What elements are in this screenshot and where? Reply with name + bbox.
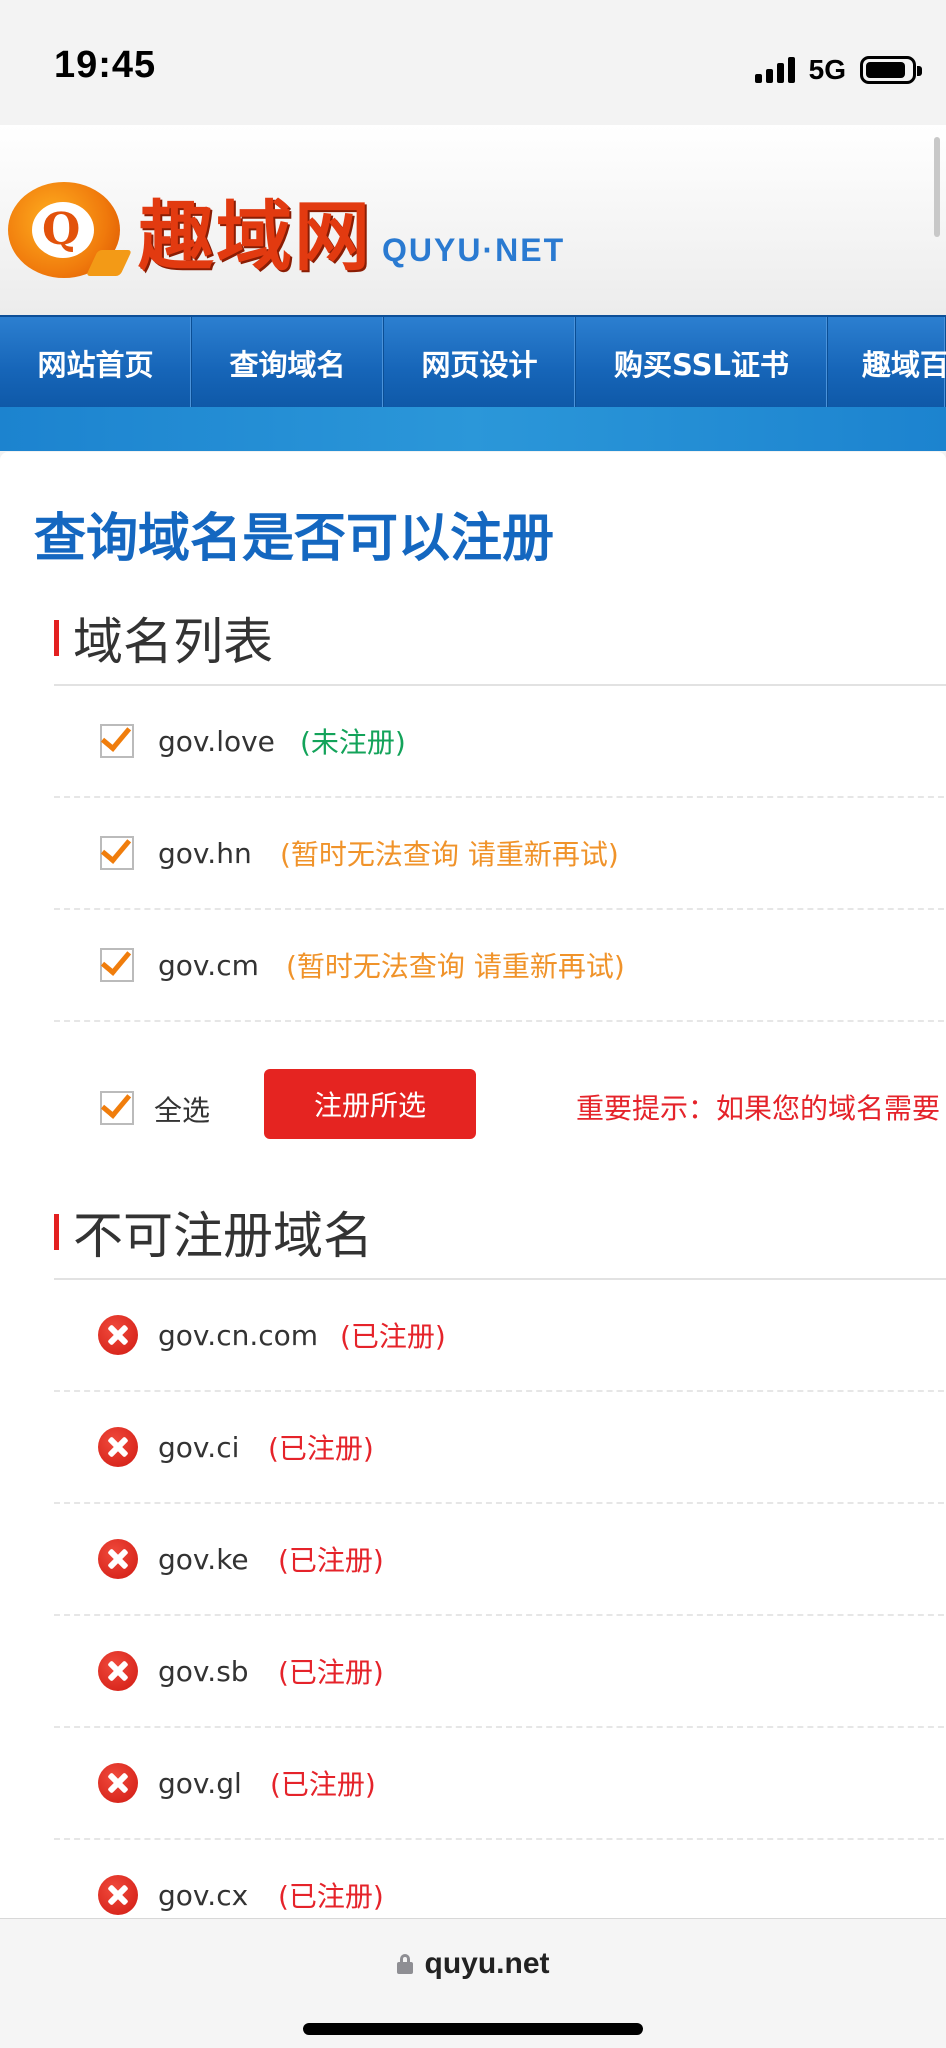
nav-item-domain-search[interactable]: 查询域名 <box>192 317 384 409</box>
page-title: 查询域名是否可以注册 <box>34 509 555 569</box>
domain-status: (已注册) <box>340 1320 446 1353</box>
close-icon <box>98 1651 138 1691</box>
domain-name: gov.ci <box>158 1430 240 1464</box>
browser-page: { "status_bar": { "time": "19:45", "netw… <box>0 0 946 2048</box>
header-scrollbar[interactable] <box>934 137 940 237</box>
domain-checkbox[interactable] <box>100 832 134 870</box>
nav-item-ssl[interactable]: 购买SSL证书 <box>576 317 828 409</box>
taken-domain-row: gov.ci (已注册) <box>54 1392 946 1504</box>
select-all-checkbox[interactable] <box>100 1087 134 1125</box>
main-nav: 网站首页 查询域名 网页设计 购买SSL证书 趣域百 <box>0 315 946 409</box>
checkmark-icon <box>100 1087 132 1119</box>
logo-subtext: QUYU·NET <box>382 231 566 268</box>
nav-banner-strip <box>0 407 946 451</box>
site-logo[interactable]: Q 趣域网 QUYU·NET <box>6 175 565 285</box>
domain-row: gov.cm (暂时无法查询 请重新再试) <box>54 910 946 1022</box>
domain-status: (暂时无法查询 请重新再试) <box>286 950 625 983</box>
checkmark-icon <box>100 832 132 864</box>
checkmark-icon <box>100 720 132 752</box>
url-display[interactable]: quyu.net <box>0 1947 946 1981</box>
domain-name: gov.cm <box>158 948 259 982</box>
close-icon <box>98 1427 138 1467</box>
domain-status: (已注册) <box>270 1768 376 1801</box>
domain-name: gov.cx <box>158 1878 249 1912</box>
domain-checkbox[interactable] <box>100 944 134 982</box>
taken-domain-row: gov.gl (已注册) <box>54 1728 946 1840</box>
section-heading-available: 域名列表 <box>54 602 273 674</box>
domain-status: (已注册) <box>278 1880 384 1913</box>
battery-icon <box>860 56 922 84</box>
domain-status: (已注册) <box>278 1544 384 1577</box>
taken-domain-row: gov.sb (已注册) <box>54 1616 946 1728</box>
network-label: 5G <box>808 54 846 85</box>
close-icon <box>98 1539 138 1579</box>
checkmark-icon <box>100 944 132 976</box>
select-all-label[interactable]: 全选 <box>154 1089 210 1129</box>
logo-mark-icon: Q <box>6 176 133 284</box>
domain-status: (未注册) <box>300 726 406 759</box>
domain-name: gov.ke <box>158 1542 249 1576</box>
domain-row: gov.love (未注册) <box>54 686 946 798</box>
browser-address-bar[interactable]: quyu.net <box>0 1918 946 2048</box>
domain-name: gov.cn.com <box>158 1318 319 1352</box>
status-bar: 19:45 5G <box>0 0 946 125</box>
url-text[interactable]: quyu.net <box>425 1947 550 1981</box>
close-icon <box>98 1875 138 1915</box>
logo-text: 趣域网 <box>138 192 372 281</box>
close-icon <box>98 1763 138 1803</box>
domain-name: gov.love <box>158 724 275 758</box>
home-indicator[interactable] <box>303 2023 643 2035</box>
domain-status: (已注册) <box>268 1432 374 1465</box>
taken-domain-row: gov.ke (已注册) <box>54 1504 946 1616</box>
domain-status: (已注册) <box>278 1656 384 1689</box>
close-icon <box>98 1315 138 1355</box>
heading-accent-bar <box>54 1214 59 1250</box>
site-header: Q 趣域网 QUYU·NET <box>0 125 946 315</box>
domain-name: gov.sb <box>158 1654 249 1688</box>
section-heading-unavailable: 不可注册域名 <box>54 1196 373 1268</box>
nav-item-home[interactable]: 网站首页 <box>0 317 192 409</box>
lock-icon <box>396 1954 413 1974</box>
signal-icon <box>754 57 795 83</box>
heading-accent-bar <box>54 620 59 656</box>
domain-name: gov.hn <box>158 836 252 870</box>
register-selected-button[interactable]: 注册所选 <box>264 1069 476 1139</box>
domain-checkbox[interactable] <box>100 720 134 758</box>
main-content: 查询域名是否可以注册 域名列表 gov.love (未注册) gov.hn (暂… <box>0 452 946 1920</box>
domain-status: (暂时无法查询 请重新再试) <box>280 838 619 871</box>
nav-item-more[interactable]: 趣域百 <box>828 317 946 409</box>
nav-item-web-design[interactable]: 网页设计 <box>384 317 576 409</box>
important-notice: 重要提示：如果您的域名需要 <box>576 1092 941 1125</box>
taken-domain-row: gov.cx (已注册) <box>54 1840 946 1920</box>
bulk-actions: 全选 注册所选 重要提示：如果您的域名需要 <box>54 1069 946 1149</box>
domain-name: gov.gl <box>158 1766 242 1800</box>
status-time: 19:45 <box>54 44 157 86</box>
domain-row: gov.hn (暂时无法查询 请重新再试) <box>54 798 946 910</box>
taken-domain-row: gov.cn.com (已注册) <box>54 1280 946 1392</box>
status-indicators: 5G <box>754 50 922 90</box>
